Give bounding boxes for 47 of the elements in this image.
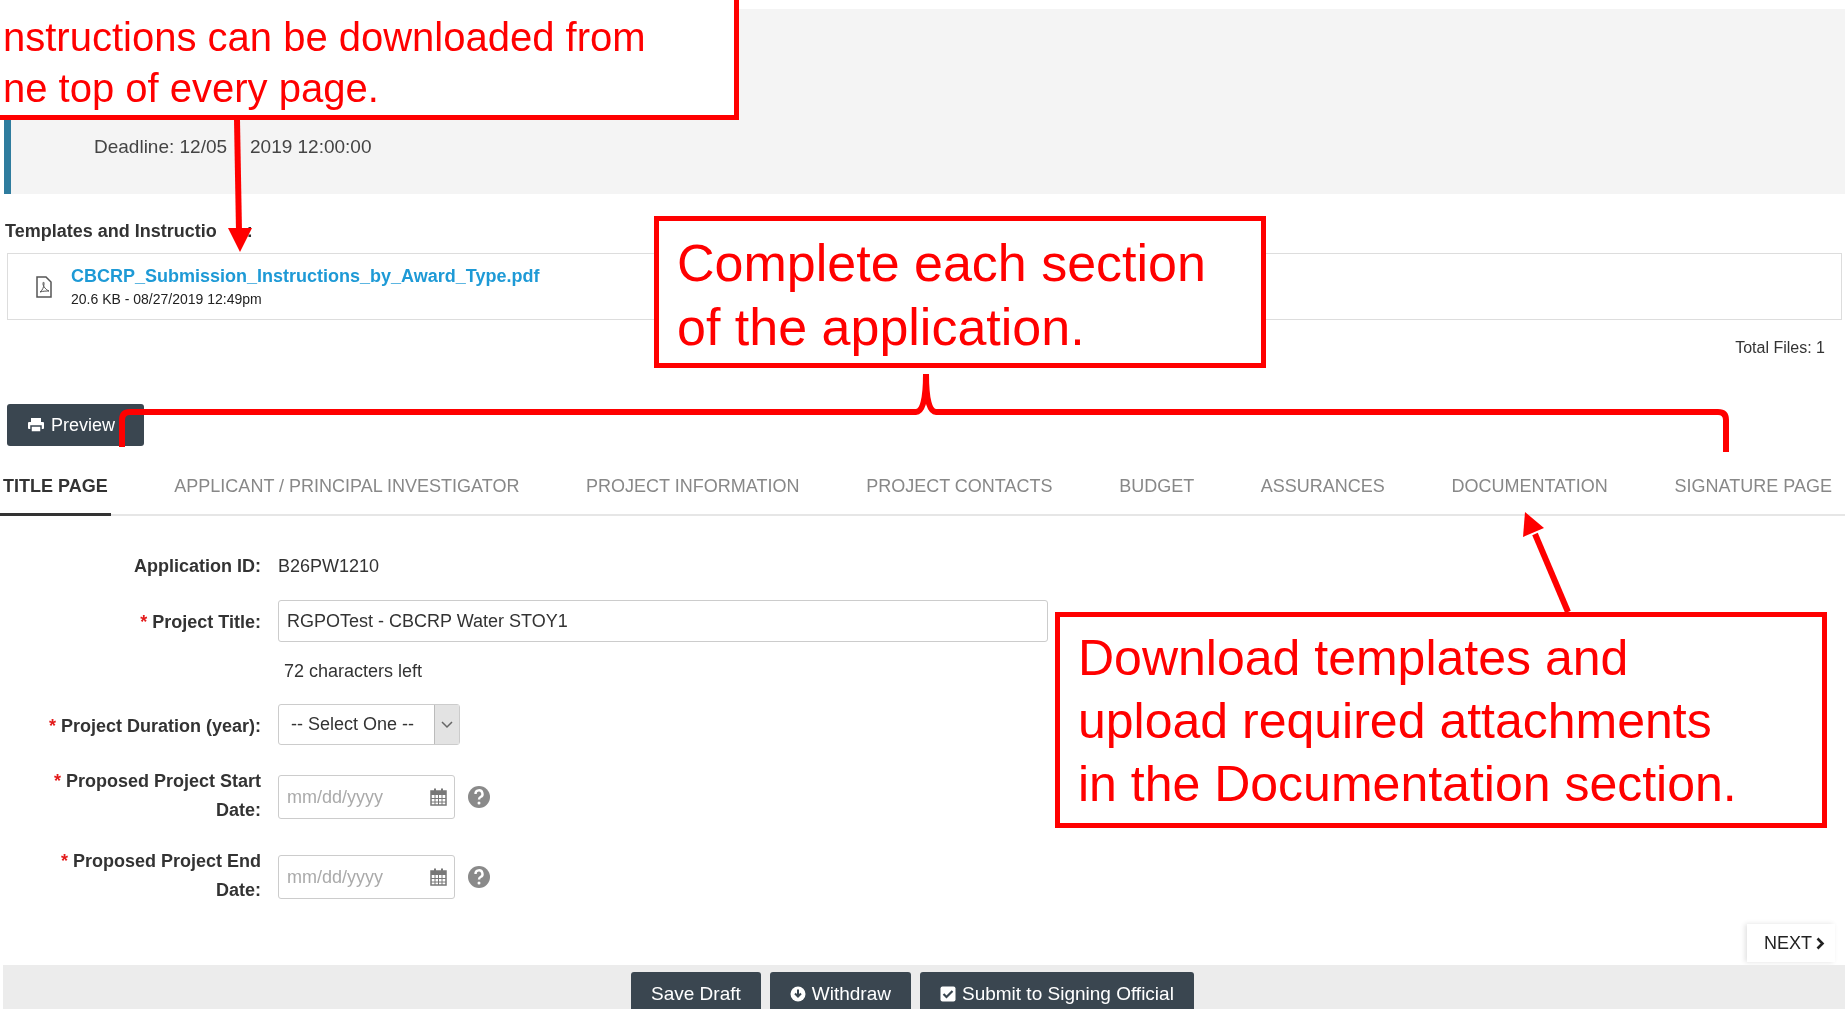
date-input-field[interactable]: mm/dd/yyyy	[278, 855, 455, 899]
characters-left-text: 72 characters left	[283, 660, 423, 683]
deadline-text: 2019 12:00:00	[250, 136, 372, 158]
calendar-icon	[430, 868, 447, 886]
section-heading: Templates and Instructio	[5, 220, 217, 243]
title-input-field[interactable]: RGPOTest - CBCRP Water STOY1	[278, 600, 1048, 642]
save-draft-button[interactable]: Save Draft	[631, 972, 761, 1009]
callout-text: nstructions can be downloaded from ne top of every page.	[3, 14, 647, 112]
download-circle-icon	[789, 986, 806, 1002]
tab[interactable]: BUDGET	[1116, 460, 1198, 516]
tab[interactable]: TITLE PAGE	[0, 460, 111, 516]
printer-icon	[27, 417, 45, 433]
required-mark: *	[53, 771, 61, 791]
field-label: Project Duration (year):	[60, 716, 261, 736]
chevron-right-icon	[1816, 936, 1825, 950]
duration-dropdown[interactable]: -- Select One --	[278, 704, 460, 745]
tab[interactable]: APPLICANT / PRINCIPAL INVESTIGATOR	[171, 460, 523, 516]
field-label: Proposed Project End Date:	[72, 851, 261, 900]
tab[interactable]: PROJECT CONTACTS	[863, 460, 1056, 516]
deadline-text: Deadline: 12/05	[94, 136, 228, 158]
caret-down-icon	[441, 720, 453, 729]
submit-button[interactable]: Submit to Signing Official	[919, 972, 1194, 1009]
help-icon[interactable]	[467, 785, 491, 809]
tab[interactable]: ASSURANCES	[1257, 460, 1388, 516]
tab[interactable]: SIGNATURE PAGE	[1671, 460, 1835, 516]
help-icon[interactable]	[467, 865, 491, 889]
field-label: Application ID:	[134, 556, 261, 576]
preview-button[interactable]: Preview	[7, 404, 144, 446]
tab[interactable]: PROJECT INFORMATION	[583, 460, 803, 516]
field-value: B26PW1210	[278, 555, 380, 578]
callout-text: Download templates and upload required attachments in the Documentation section.	[1078, 629, 1738, 814]
field-label: Project Title:	[152, 612, 261, 632]
total-files-text: Total Files: 1	[1735, 338, 1825, 358]
callout-text: Complete each section of the application.	[677, 233, 1207, 358]
pdf-file-icon	[35, 275, 53, 298]
required-mark: *	[48, 716, 56, 736]
next-button[interactable]: NEXT	[1747, 924, 1835, 962]
file-link[interactable]: CBCRP_Submission_Instructions_by_Award_Type.pdf	[71, 266, 540, 287]
checkbox-icon	[939, 986, 956, 1002]
field-label: Proposed Project Start Date:	[65, 771, 261, 820]
required-mark: *	[140, 612, 148, 632]
required-mark: *	[60, 851, 68, 871]
date-input-field[interactable]: mm/dd/yyyy	[278, 775, 455, 819]
file-meta: 20.6 KB - 08/27/2019 12:49pm	[71, 291, 263, 307]
withdraw-button[interactable]: Withdraw	[769, 972, 911, 1009]
calendar-icon	[430, 788, 447, 806]
tab[interactable]: DOCUMENTATION	[1448, 460, 1611, 516]
